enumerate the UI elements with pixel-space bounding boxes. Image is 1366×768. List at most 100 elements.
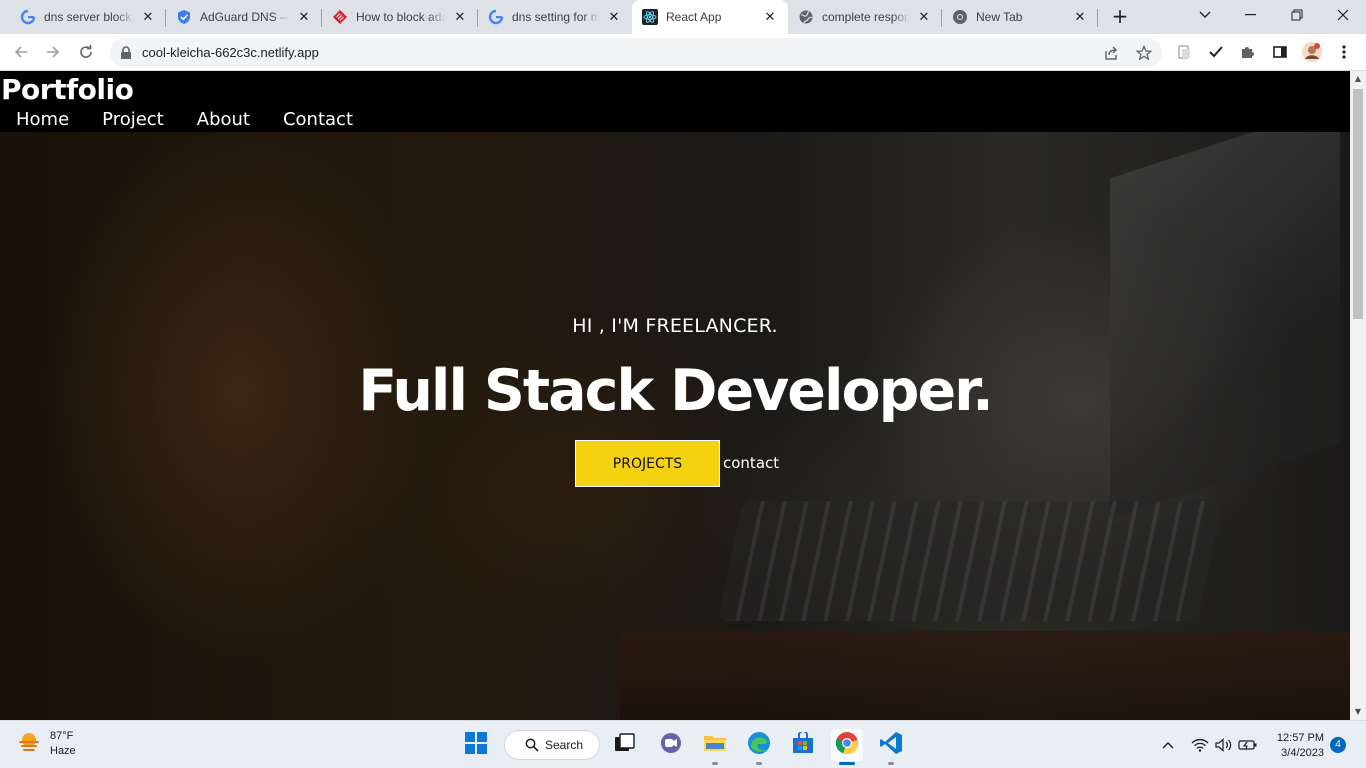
edge-browser-button[interactable] — [743, 729, 775, 765]
nav-link-about[interactable]: About — [197, 109, 250, 131]
projects-button[interactable]: PROJECTS — [575, 440, 720, 487]
browser-tab-strip: dns server block f ✕ AdGuard DNS — ✕ How… — [0, 0, 1366, 34]
google-icon — [488, 9, 504, 25]
new-tab-button[interactable]: + — [1108, 5, 1132, 29]
contact-link[interactable]: contact — [723, 454, 779, 472]
task-view-icon — [614, 733, 636, 757]
tab-title: How to block ads — [356, 10, 446, 24]
hero-title: Full Stack Developer. — [358, 358, 993, 424]
desk-shape — [620, 631, 1350, 720]
tab-react-app[interactable]: React App ✕ — [632, 0, 788, 34]
address-bar[interactable]: cool-kleicha-662c3c.netlify.app — [110, 38, 1162, 67]
scroll-down-arrow-icon[interactable]: ▼ — [1350, 704, 1366, 720]
tab-dns-setting[interactable]: dns setting for m ✕ — [478, 0, 632, 34]
extension-checkmark-icon[interactable] — [1206, 42, 1226, 62]
browser-toolbar: cool-kleicha-662c3c.netlify.app — [0, 34, 1366, 71]
minimize-icon[interactable] — [1228, 0, 1274, 30]
adguard-icon — [176, 9, 192, 25]
site-nav: Home Project About Contact — [16, 109, 386, 131]
tab-close-icon[interactable]: ✕ — [1072, 9, 1088, 25]
windows-logo-icon — [465, 732, 487, 758]
clock-date: 3/4/2023 — [1281, 747, 1324, 759]
tab-close-icon[interactable]: ✕ — [916, 9, 932, 25]
tab-close-icon[interactable]: ✕ — [606, 9, 622, 25]
folder-icon — [703, 733, 727, 757]
url-text[interactable]: cool-kleicha-662c3c.netlify.app — [142, 45, 319, 60]
tab-adguard-dns[interactable]: AdGuard DNS — ✕ — [166, 0, 322, 34]
tab-complete-responsive[interactable]: complete respon ✕ — [788, 0, 942, 34]
running-indicator — [839, 762, 855, 765]
volume-icon[interactable] — [1214, 735, 1234, 755]
tab-title: AdGuard DNS — — [200, 10, 290, 24]
tab-new-tab[interactable]: New Tab ✕ — [942, 0, 1098, 34]
page-viewport: Portfolio Home Project About Contact HI … — [0, 71, 1350, 720]
running-indicator — [756, 762, 762, 765]
taskbar-search[interactable]: Search — [504, 730, 600, 760]
chrome-taskbar-button[interactable] — [831, 729, 863, 765]
running-indicator — [712, 762, 718, 765]
page-scrollbar[interactable]: ▲ ▼ — [1350, 71, 1366, 720]
store-bag-icon — [791, 730, 815, 758]
share-icon[interactable] — [1102, 44, 1120, 62]
nav-link-project[interactable]: Project — [102, 109, 164, 131]
forward-arrow-icon[interactable] — [40, 39, 66, 65]
laptop-keyboard-shape — [717, 501, 1223, 621]
notification-badge[interactable]: 4 — [1330, 737, 1346, 753]
tab-close-icon[interactable]: ✕ — [452, 9, 468, 25]
profile-avatar[interactable] — [1302, 42, 1322, 62]
lock-icon[interactable] — [120, 45, 132, 64]
tab-close-icon[interactable]: ✕ — [140, 9, 156, 25]
site-logo[interactable]: Portfolio — [1, 73, 134, 106]
running-indicator — [888, 762, 894, 765]
weather-widget[interactable]: 87°F Haze — [16, 729, 76, 759]
nav-link-contact[interactable]: Contact — [283, 109, 353, 131]
wifi-icon[interactable] — [1190, 735, 1210, 755]
browser-menu-icon[interactable] — [1334, 42, 1354, 62]
haze-weather-icon — [16, 729, 42, 759]
system-clock[interactable]: 12:57 PM 3/4/2023 — [1268, 731, 1324, 761]
tab-title: New Tab — [976, 10, 1023, 24]
search-icon — [525, 738, 539, 752]
bookmark-star-icon[interactable] — [1135, 44, 1153, 62]
tab-how-to-block-ads[interactable]: How to block ads ✕ — [322, 0, 478, 34]
back-arrow-icon[interactable] — [8, 39, 34, 65]
weather-temp: 87°F — [50, 730, 74, 742]
tab-title: complete respon — [822, 10, 910, 24]
red-diamond-icon — [332, 9, 348, 25]
tab-close-icon[interactable]: ✕ — [296, 9, 312, 25]
start-button[interactable] — [460, 729, 492, 761]
tab-title: React App — [666, 10, 722, 24]
teams-chat-button[interactable] — [655, 729, 687, 761]
tab-close-icon[interactable]: ✕ — [762, 9, 778, 25]
nav-link-home[interactable]: Home — [16, 109, 69, 131]
chrome-logo-icon — [835, 731, 859, 759]
show-hidden-icons-chevron-icon[interactable] — [1158, 735, 1178, 755]
teams-chat-icon — [659, 732, 683, 758]
vscode-icon — [879, 731, 903, 759]
microsoft-store-button[interactable] — [787, 729, 819, 761]
close-window-icon[interactable] — [1320, 0, 1366, 30]
scrollbar-thumb[interactable] — [1353, 89, 1363, 319]
file-explorer-button[interactable] — [699, 729, 731, 765]
scroll-up-arrow-icon[interactable]: ▲ — [1350, 71, 1366, 87]
battery-icon[interactable] — [1238, 735, 1258, 755]
side-panel-icon[interactable] — [1270, 42, 1290, 62]
tab-search-chevron-icon[interactable] — [1182, 0, 1228, 30]
clock-time: 12:57 PM — [1276, 732, 1324, 744]
tab-dns-server-block[interactable]: dns server block f ✕ — [10, 0, 166, 34]
chrome-icon — [952, 9, 968, 25]
task-view-button[interactable] — [609, 729, 641, 761]
tab-title: dns server block f — [44, 10, 134, 24]
tab-title: dns setting for m — [512, 10, 600, 24]
tab-separator — [1097, 9, 1098, 27]
reload-icon[interactable] — [73, 39, 99, 65]
laptop-screen-shape — [1110, 103, 1340, 519]
restore-icon[interactable] — [1274, 0, 1320, 30]
extensions-puzzle-icon[interactable] — [1238, 42, 1258, 62]
hero-subtitle: HI , I'M FREELANCER. — [572, 315, 778, 337]
extension-clipboard-icon[interactable] — [1174, 42, 1194, 62]
vscode-button[interactable] — [875, 729, 907, 765]
google-icon — [20, 9, 36, 25]
globe-icon — [798, 9, 814, 25]
edge-icon — [747, 731, 771, 759]
